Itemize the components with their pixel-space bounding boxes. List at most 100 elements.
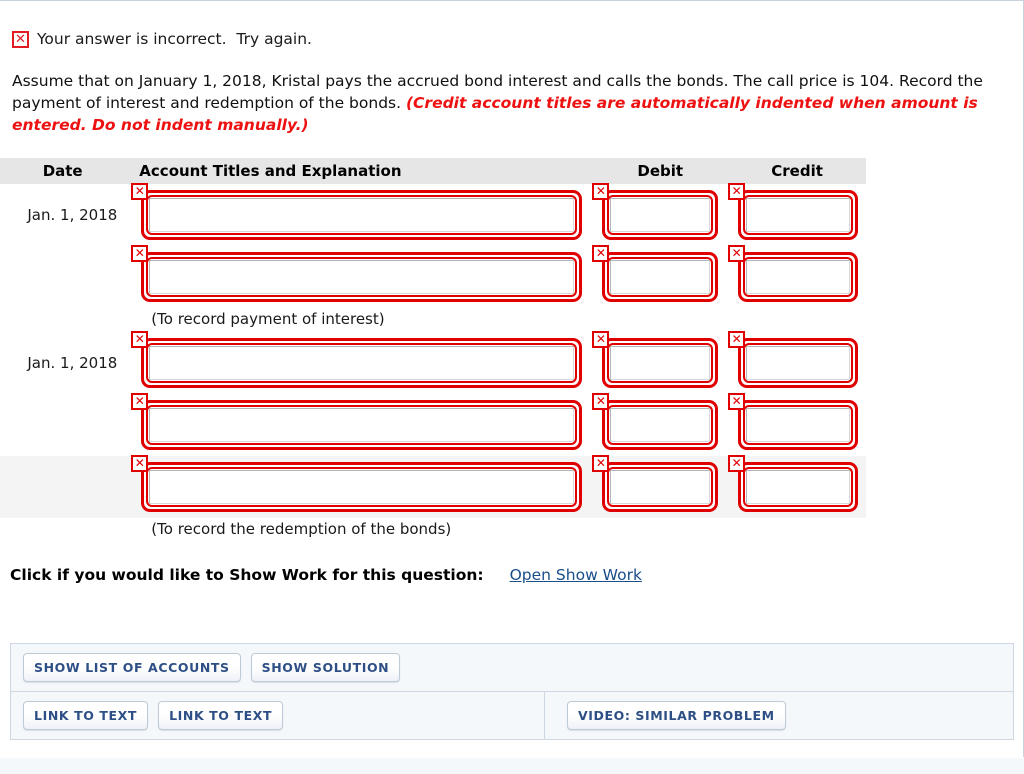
show-solution-button[interactable]: SHOW SOLUTION (250, 653, 401, 682)
account-cell: ✕ (125, 331, 592, 394)
account-title-input[interactable] (149, 260, 575, 294)
question-text: Assume that on January 1, 2018, Kristal … (12, 70, 997, 136)
action-button-panel: SHOW LIST OF ACCOUNTS SHOW SOLUTION LINK… (10, 643, 1014, 740)
account-cell: ✕ (125, 245, 592, 308)
account-title-input[interactable] (149, 470, 575, 504)
table-row: Jan. 1, 2018 ✕ ✕ ✕ (0, 183, 866, 246)
x-error-icon: ✕ (592, 393, 610, 410)
error-outline-outer (602, 338, 719, 388)
debit-field-wrapper: ✕ (592, 331, 722, 394)
x-error-icon: ✕ (131, 393, 149, 410)
credit-amount-input[interactable] (746, 346, 850, 380)
error-outline-inner (607, 467, 714, 507)
x-error-icon: ✕ (728, 393, 746, 410)
error-outline-outer (141, 252, 583, 302)
x-error-icon: ✕ (131, 331, 149, 348)
credit-field-wrapper: ✕ (728, 245, 862, 308)
journal-entry-table: Date Account Titles and Explanation Debi… (0, 158, 866, 542)
x-error-icon: ✕ (728, 183, 746, 200)
x-error-icon: ✕ (728, 455, 746, 472)
debit-amount-input[interactable] (610, 408, 711, 442)
video-similar-problem-button[interactable]: VIDEO: SIMILAR PROBLEM (567, 701, 786, 730)
debit-amount-input[interactable] (610, 260, 711, 294)
open-show-work-link[interactable]: Open Show Work (510, 566, 642, 584)
date-cell: Jan. 1, 2018 (27, 206, 118, 224)
error-outline-outer (738, 400, 858, 450)
note-text: (To record payment of interest) (151, 310, 385, 328)
show-list-of-accounts-button[interactable]: SHOW LIST OF ACCOUNTS (23, 653, 241, 682)
error-outline-outer (141, 462, 583, 512)
x-error-icon: ✕ (592, 331, 610, 348)
debit-cell: ✕ (592, 331, 728, 394)
x-error-icon: ✕ (592, 183, 610, 200)
credit-cell: ✕ (728, 245, 866, 308)
error-outline-inner (607, 195, 714, 235)
column-header-credit: Credit (771, 162, 823, 180)
debit-amount-input[interactable] (610, 198, 711, 232)
error-outline-outer (738, 190, 858, 240)
error-outline-inner (146, 467, 578, 507)
error-outline-inner (146, 343, 578, 383)
account-title-input[interactable] (149, 408, 575, 442)
show-work-row: Click if you would like to Show Work for… (10, 566, 1020, 584)
column-header-debit: Debit (637, 162, 684, 180)
table-note-row: (To record payment of interest) (0, 308, 866, 332)
error-outline-inner (743, 257, 853, 297)
error-outline-outer (602, 252, 719, 302)
note-spacer (0, 518, 125, 542)
credit-amount-input[interactable] (746, 198, 850, 232)
account-field-wrapper: ✕ (131, 245, 586, 308)
account-title-input[interactable] (149, 198, 575, 232)
answer-status-banner: ✕ Your answer is incorrect. Try again. (12, 30, 1020, 48)
account-field-wrapper: ✕ (131, 455, 586, 518)
error-outline-inner (607, 257, 714, 297)
link-to-text-button-2[interactable]: LINK TO TEXT (158, 701, 284, 730)
panel-cell-links: LINK TO TEXT LINK TO TEXT (11, 692, 544, 739)
error-outline-outer (141, 400, 583, 450)
table-row: ✕ ✕ ✕ (0, 245, 866, 308)
table-header-row: Date Account Titles and Explanation Debi… (0, 158, 866, 184)
note-cell: (To record payment of interest) (125, 308, 866, 332)
date-cell (0, 394, 125, 456)
x-error-icon: ✕ (131, 245, 149, 262)
show-work-label: Click if you would like to Show Work for… (10, 566, 484, 584)
credit-amount-input[interactable] (746, 470, 850, 504)
debit-amount-input[interactable] (610, 346, 711, 380)
error-outline-outer (602, 462, 719, 512)
error-outline-outer (738, 252, 858, 302)
error-outline-inner (743, 343, 853, 383)
error-outline-inner (607, 343, 714, 383)
panel-cell-accounts: SHOW LIST OF ACCOUNTS SHOW SOLUTION (11, 644, 401, 691)
error-outline-inner (146, 405, 578, 445)
credit-amount-input[interactable] (746, 408, 850, 442)
debit-amount-input[interactable] (610, 470, 711, 504)
note-cell: (To record the redemption of the bonds) (125, 518, 866, 542)
error-outline-inner (146, 257, 578, 297)
error-outline-outer (738, 338, 858, 388)
credit-cell: ✕ (728, 393, 866, 456)
credit-field-wrapper: ✕ (728, 331, 862, 394)
x-error-icon: ✕ (592, 455, 610, 472)
page-bottom-strip (0, 757, 1024, 774)
panel-cell-video: VIDEO: SIMILAR PROBLEM (544, 692, 1013, 739)
debit-field-wrapper: ✕ (592, 393, 722, 456)
debit-cell: ✕ (592, 245, 728, 308)
error-outline-outer (602, 190, 719, 240)
column-header-account: Account Titles and Explanation (139, 162, 402, 180)
link-to-text-button-1[interactable]: LINK TO TEXT (23, 701, 149, 730)
error-outline-inner (743, 405, 853, 445)
error-outline-inner (146, 195, 578, 235)
debit-field-wrapper: ✕ (592, 183, 722, 246)
credit-field-wrapper: ✕ (728, 183, 862, 246)
table-row: ✕ ✕ ✕ (0, 455, 866, 518)
account-cell: ✕ (125, 183, 592, 246)
credit-cell: ✕ (728, 455, 866, 518)
debit-cell: ✕ (592, 455, 729, 518)
credit-amount-input[interactable] (746, 260, 850, 294)
account-field-wrapper: ✕ (131, 183, 586, 246)
answer-status-text: Your answer is incorrect. Try again. (37, 30, 312, 48)
credit-cell: ✕ (728, 331, 866, 394)
column-header-date: Date (42, 162, 83, 180)
date-cell (0, 456, 126, 518)
account-title-input[interactable] (149, 346, 575, 380)
